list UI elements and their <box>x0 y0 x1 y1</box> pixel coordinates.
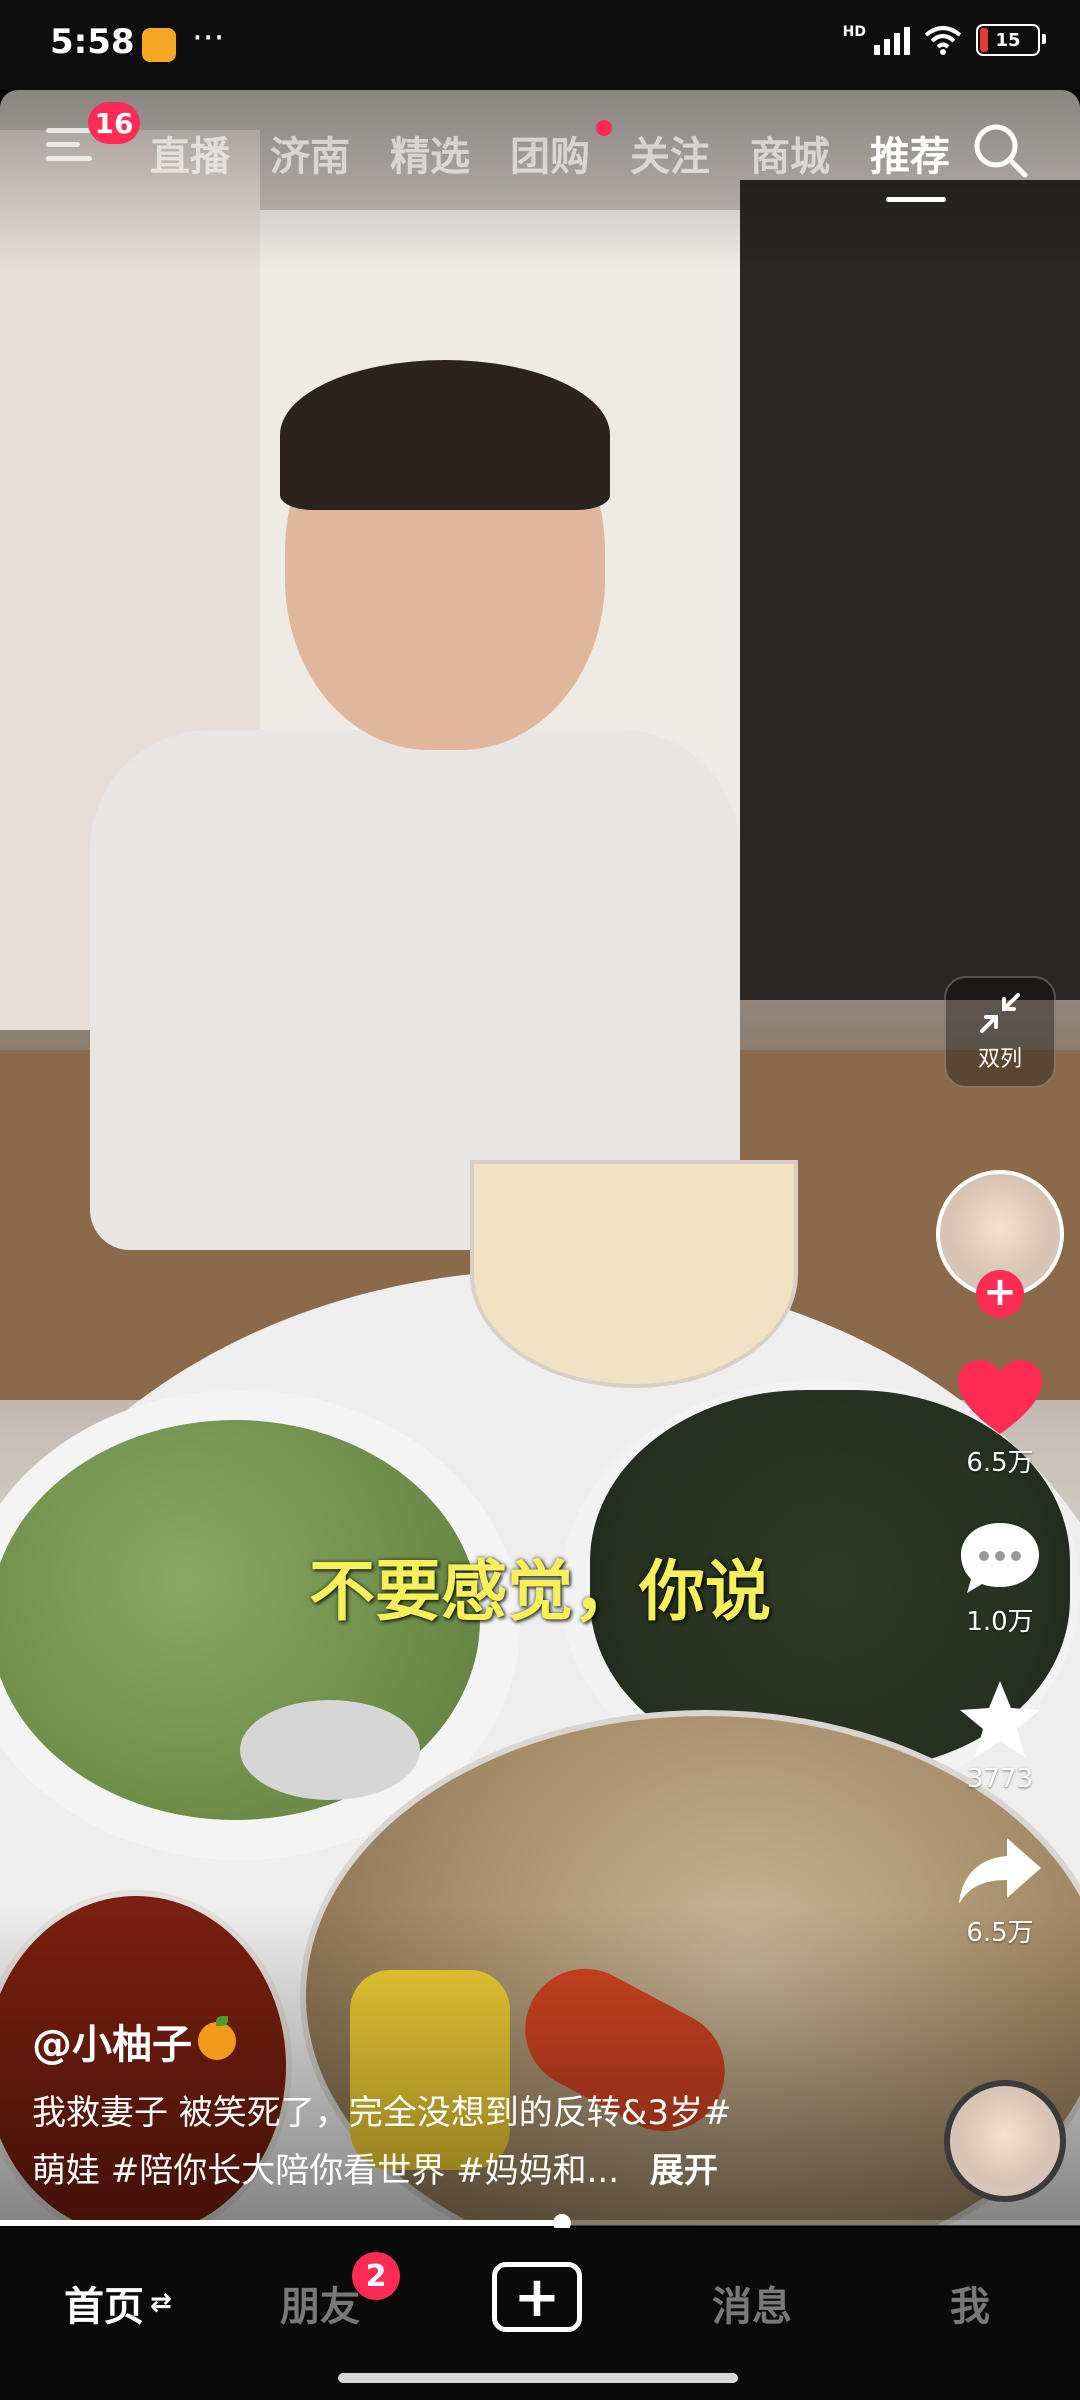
dual-column-button[interactable]: 双列 <box>944 976 1056 1088</box>
swap-icon: ⇄ <box>150 2288 172 2318</box>
description-line-1: 我救妻子 被笑死了，完全没想到的反转&3岁# <box>32 2093 732 2133</box>
star-icon <box>960 1681 1040 1757</box>
create-button[interactable]: + <box>492 2262 582 2332</box>
tab-jinan[interactable]: 济南 <box>250 124 370 182</box>
author-avatar[interactable]: + <box>936 1170 1064 1318</box>
home-indicator[interactable] <box>338 2373 738 2383</box>
tab-group-buy[interactable]: 团购 <box>490 120 612 182</box>
progress-fill <box>0 2220 562 2226</box>
search-icon[interactable] <box>972 122 1030 184</box>
nav-friends[interactable]: 朋友 <box>280 2274 360 2332</box>
top-navigation: 16 直播 济南 精选 团购 关注 商城 推荐 <box>0 90 1080 210</box>
video-description[interactable]: 我救妻子 被笑死了，完全没想到的反转&3岁# 萌娃 #陪你长大陪你看世界 #妈妈… <box>32 2084 892 2200</box>
tab-live[interactable]: 直播 <box>130 124 250 182</box>
nav-home-label: 首页 <box>64 2284 144 2330</box>
battery-icon: 15 <box>976 24 1046 56</box>
favorite-count: 3773 <box>966 1764 1034 1794</box>
rice-bowl <box>470 1160 798 1388</box>
like-button[interactable]: 6.5万 <box>930 1358 1070 1479</box>
tab-group-buy-label: 团购 <box>510 134 590 180</box>
dual-column-label: 双列 <box>977 1047 1022 1072</box>
hd-label: HD <box>842 24 866 40</box>
share-count: 6.5万 <box>966 1918 1034 1948</box>
wifi-icon <box>924 25 962 55</box>
nav-me[interactable]: 我 <box>950 2274 990 2332</box>
nav-home[interactable]: 首页 ⇄ <box>64 2274 172 2332</box>
description-line-2: 萌娃 #陪你长大陪你看世界 #妈妈和... <box>32 2151 620 2191</box>
music-disc[interactable] <box>944 2080 1066 2202</box>
video-subtitle: 不要感觉，你说 <box>309 1553 771 1630</box>
menu-icon[interactable] <box>46 128 92 168</box>
tab-recommend[interactable]: 推荐 <box>850 124 970 202</box>
expand-button[interactable]: 展开 <box>650 2151 718 2191</box>
author-name-text: @小柚子 <box>32 2022 192 2068</box>
friends-badge: 2 <box>352 2252 400 2300</box>
like-count: 6.5万 <box>966 1448 1034 1478</box>
favorite-button[interactable]: 3773 <box>930 1678 1070 1794</box>
author-name[interactable]: @小柚子 <box>32 2012 892 2070</box>
video-progress-bar[interactable] <box>0 2214 1080 2232</box>
tab-bar: 直播 济南 精选 团购 关注 商城 推荐 <box>130 120 970 202</box>
battery-level: 15 <box>995 29 1021 51</box>
orange-emoji-icon <box>198 2016 236 2060</box>
app-notification-icon <box>142 28 176 62</box>
tab-following[interactable]: 关注 <box>610 124 730 182</box>
plus-icon: + <box>513 2264 561 2330</box>
video-player[interactable] <box>0 90 1080 2225</box>
collapse-arrows-icon <box>980 993 1020 1033</box>
status-bar: 5:58 ··· HD 15 <box>0 0 1080 90</box>
share-button[interactable]: 6.5万 <box>930 1834 1070 1949</box>
share-icon <box>959 1838 1041 1904</box>
tab-mall[interactable]: 商城 <box>730 124 850 182</box>
heart-icon <box>958 1360 1042 1434</box>
status-time: 5:58 <box>50 22 135 62</box>
tab-featured[interactable]: 精选 <box>370 124 490 182</box>
nav-messages[interactable]: 消息 <box>712 2274 792 2332</box>
follow-button[interactable]: + <box>976 1270 1024 1318</box>
video-caption: @小柚子 我救妻子 被笑死了，完全没想到的反转&3岁# 萌娃 #陪你长大陪你看世… <box>32 2012 892 2200</box>
more-notifications-icon: ··· <box>192 18 225 58</box>
signal-icon <box>874 25 910 55</box>
